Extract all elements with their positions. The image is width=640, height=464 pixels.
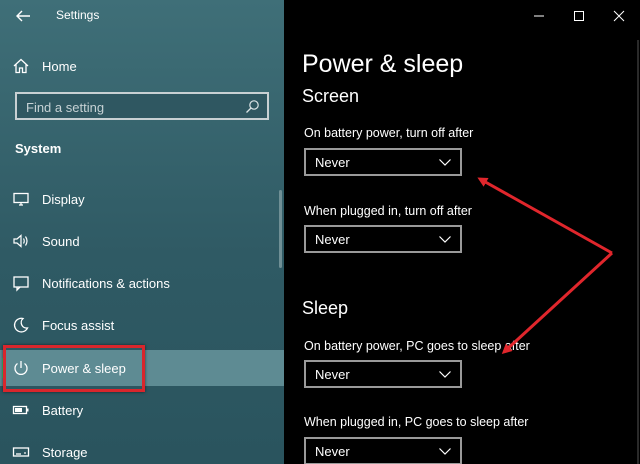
chevron-down-icon <box>439 236 451 243</box>
sidebar-item-label: Display <box>42 191 85 207</box>
settings-sidebar: Settings Home Find a setting System Disp… <box>0 0 284 464</box>
page-title: Power & sleep <box>302 50 464 78</box>
sidebar-item-label: Sound <box>42 233 80 249</box>
screen-plugged-dropdown[interactable]: Never <box>304 225 462 253</box>
sound-icon <box>13 234 28 248</box>
minimize-icon[interactable] <box>530 8 548 24</box>
sidebar-item-label: Storage <box>42 444 88 460</box>
sleep-battery-label: On battery power, PC goes to sleep after <box>304 339 530 353</box>
sleep-battery-dropdown[interactable]: Never <box>304 360 462 388</box>
dropdown-value: Never <box>315 444 350 459</box>
chevron-down-icon <box>439 371 451 378</box>
screen-battery-dropdown[interactable]: Never <box>304 148 462 176</box>
sidebar-item-notifications[interactable]: Notifications & actions <box>0 265 284 301</box>
chevron-down-icon <box>439 159 451 166</box>
sidebar-item-label: Notifications & actions <box>42 275 170 291</box>
focus-assist-icon <box>13 317 29 333</box>
window-title: Settings <box>56 8 100 22</box>
search-placeholder: Find a setting <box>26 100 105 115</box>
content-scrollbar[interactable] <box>637 40 639 464</box>
sidebar-item-label: Battery <box>42 402 84 418</box>
sidebar-item-sound[interactable]: Sound <box>0 223 284 259</box>
notifications-icon <box>13 276 29 292</box>
annotation-highlight-box <box>3 345 145 392</box>
sidebar-item-display[interactable]: Display <box>0 181 284 217</box>
sleep-plugged-dropdown[interactable]: Never <box>304 437 462 464</box>
home-icon <box>13 58 29 74</box>
back-arrow-icon[interactable] <box>14 7 32 25</box>
section-label-system: System <box>15 141 62 156</box>
home-label: Home <box>42 58 77 74</box>
search-icon <box>246 100 259 113</box>
sleep-plugged-label: When plugged in, PC goes to sleep after <box>304 415 529 429</box>
sidebar-item-battery[interactable]: Battery <box>0 392 284 428</box>
screen-heading: Screen <box>302 86 360 106</box>
main-content: Power & sleep Screen On battery power, t… <box>284 0 640 464</box>
dropdown-value: Never <box>315 367 350 382</box>
storage-icon <box>12 447 30 457</box>
close-icon[interactable] <box>610 8 628 24</box>
dropdown-value: Never <box>315 155 350 170</box>
battery-icon <box>12 405 29 415</box>
display-icon <box>13 192 29 206</box>
screen-battery-label: On battery power, turn off after <box>304 126 474 140</box>
chevron-down-icon <box>439 448 451 455</box>
title-bar: Settings <box>0 0 284 32</box>
home-nav-item[interactable]: Home <box>12 56 77 76</box>
maximize-icon[interactable] <box>570 8 588 24</box>
sleep-heading: Sleep <box>302 298 349 318</box>
dropdown-value: Never <box>315 232 350 247</box>
sidebar-item-label: Focus assist <box>42 317 115 333</box>
search-input[interactable]: Find a setting <box>15 92 269 120</box>
sidebar-item-focus-assist[interactable]: Focus assist <box>0 307 284 343</box>
sidebar-item-storage[interactable]: Storage <box>0 434 284 464</box>
screen-plugged-label: When plugged in, turn off after <box>304 204 472 218</box>
